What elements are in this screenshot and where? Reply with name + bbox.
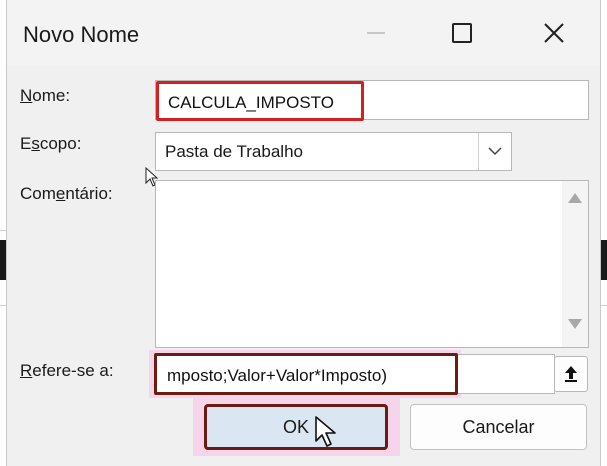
refers-to-label: Refere-se a:: [20, 361, 114, 380]
mouse-pointer-icon: [315, 416, 336, 447]
maximize-icon: [452, 23, 472, 43]
comment-label: Comentário:: [20, 184, 113, 203]
scope-selected-value: Pasta de Trabalho: [165, 142, 303, 161]
collapse-dialog-button[interactable]: [554, 356, 588, 392]
scope-label: Escopo:: [20, 134, 82, 153]
comment-textarea[interactable]: [155, 180, 589, 348]
background-gridline: [600, 305, 607, 306]
background-sheet-fragment: [600, 240, 607, 280]
minimize-icon: [367, 32, 385, 34]
name-label: Nome:: [20, 86, 71, 105]
dialog-titlebar: Novo Nome: [7, 0, 600, 66]
close-icon: [544, 23, 564, 43]
scroll-up-icon[interactable]: [568, 193, 582, 203]
maximize-button[interactable]: [433, 6, 491, 60]
refers-to-field[interactable]: mposto;Valor+Valor*Imposto): [154, 353, 555, 395]
refers-to-input[interactable]: mposto;Valor+Valor*Imposto): [154, 353, 458, 395]
name-field[interactable]: CALCULA_IMPOSTO: [155, 80, 589, 121]
scroll-down-icon[interactable]: [568, 319, 582, 329]
dialog-title: Novo Nome: [23, 22, 140, 47]
name-input[interactable]: CALCULA_IMPOSTO: [156, 81, 364, 121]
cancel-button[interactable]: Cancelar: [410, 404, 587, 450]
close-button[interactable]: [525, 6, 583, 60]
minimize-button[interactable]: [347, 6, 405, 60]
scope-dropdown[interactable]: Pasta de Trabalho: [155, 132, 512, 171]
dropdown-arrow-button[interactable]: [478, 133, 511, 170]
upload-arrow-icon: [565, 366, 577, 382]
comment-scrollbar[interactable]: [562, 181, 588, 347]
new-name-dialog: Novo Nome Nome: CALCULA_IMPOSTO Escopo: …: [6, 0, 601, 466]
ok-button[interactable]: OK: [204, 404, 388, 450]
chevron-down-icon: [488, 147, 502, 156]
